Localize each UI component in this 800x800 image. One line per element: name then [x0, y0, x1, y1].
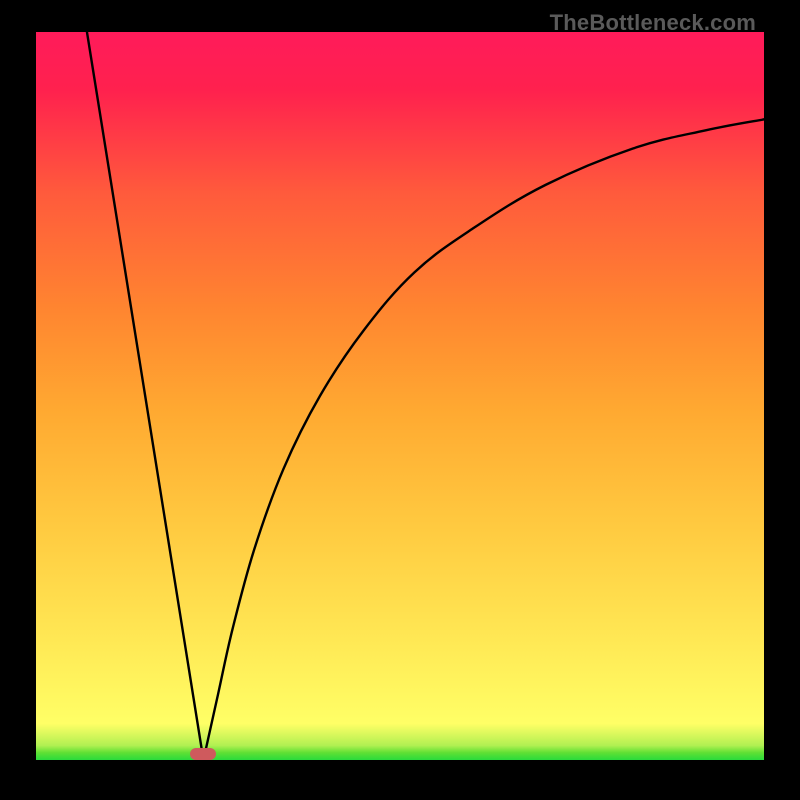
curve-layer [36, 32, 764, 760]
left-border [0, 0, 36, 800]
curve-left-branch [87, 32, 203, 760]
watermark-label: TheBottleneck.com [550, 10, 756, 36]
plot-area [36, 32, 764, 760]
chart-root: { "watermark": "TheBottleneck.com", "cha… [0, 0, 800, 800]
minimum-marker [190, 748, 216, 760]
bottom-border [0, 760, 800, 800]
curve-right-branch [203, 119, 764, 760]
